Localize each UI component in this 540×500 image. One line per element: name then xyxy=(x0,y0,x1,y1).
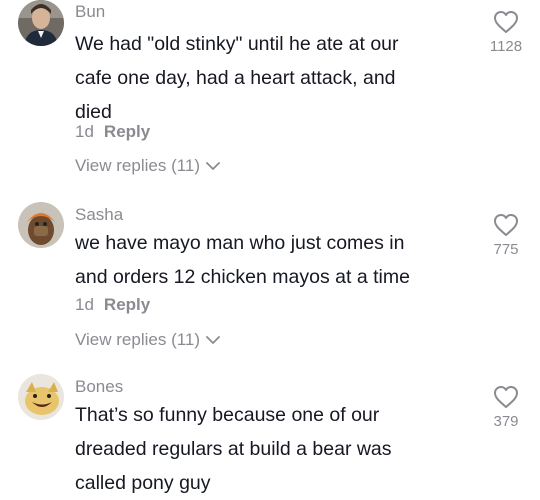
like-button[interactable]: 775 xyxy=(486,213,526,258)
comment-text: we have mayo man who just comes in and o… xyxy=(75,226,455,294)
chevron-down-icon xyxy=(206,156,220,176)
view-replies-label: View replies (11) xyxy=(75,156,201,175)
username[interactable]: Bones xyxy=(75,377,123,397)
comment-meta: 1d Reply xyxy=(75,295,150,315)
heart-icon xyxy=(494,214,518,236)
chevron-down-icon xyxy=(206,330,220,350)
username[interactable]: Bun xyxy=(75,2,105,22)
avatar[interactable] xyxy=(18,0,64,46)
comment-text-line: dreaded regulars at build a bear was xyxy=(75,438,392,460)
comment-text-line: We had "old stinky" until he ate at our xyxy=(75,33,399,55)
avatar[interactable] xyxy=(18,202,64,248)
like-button[interactable]: 379 xyxy=(486,385,526,430)
comment-text-line: That’s so funny because one of our xyxy=(75,404,380,426)
comment-text-line: and orders 12 chicken mayos at a time xyxy=(75,266,410,288)
view-replies-button[interactable]: View replies (11) xyxy=(75,156,220,176)
timestamp: 1d xyxy=(75,122,94,141)
comment-text: That’s so funny because one of our dread… xyxy=(75,398,455,500)
timestamp: 1d xyxy=(75,295,94,314)
comment-meta: 1d Reply xyxy=(75,122,150,142)
heart-icon xyxy=(494,386,518,408)
profile-photo-icon xyxy=(18,374,64,420)
like-count: 1128 xyxy=(489,38,523,55)
like-count: 379 xyxy=(493,413,519,430)
profile-photo-icon xyxy=(18,0,64,46)
view-replies-label: View replies (11) xyxy=(75,330,201,349)
reply-button[interactable]: Reply xyxy=(104,295,150,314)
heart-icon xyxy=(494,11,518,33)
reply-button[interactable]: Reply xyxy=(104,122,150,141)
view-replies-button[interactable]: View replies (11) xyxy=(75,330,220,350)
comment-text: We had "old stinky" until he ate at our … xyxy=(75,27,455,129)
like-button[interactable]: 1128 xyxy=(486,10,526,55)
comment-text-line: called pony guy xyxy=(75,472,211,494)
profile-photo-icon xyxy=(18,202,64,248)
username[interactable]: Sasha xyxy=(75,205,123,225)
comment-text-line: we have mayo man who just comes in xyxy=(75,232,405,254)
like-count: 775 xyxy=(493,241,519,258)
avatar[interactable] xyxy=(18,374,64,420)
comment-text-line: cafe one day, had a heart attack, and xyxy=(75,67,396,89)
